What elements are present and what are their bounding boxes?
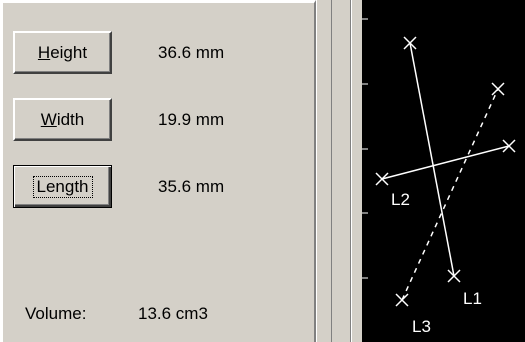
- viewer-svg: L2 L1 L3: [362, 18, 516, 336]
- line-L1[interactable]: [403, 36, 461, 283]
- line-L1-segment: [409, 42, 455, 277]
- line-L1-label: L1: [463, 289, 482, 308]
- length-button-label: Length: [32, 175, 93, 198]
- line-L1-end-marker[interactable]: [447, 269, 461, 283]
- line-L3-start-marker[interactable]: [395, 293, 409, 307]
- line-L3-segment: [401, 88, 499, 301]
- width-value: 19.9 mm: [158, 110, 225, 129]
- width-button[interactable]: Width: [13, 98, 112, 141]
- line-L2-end-marker[interactable]: [502, 139, 516, 153]
- splitter-highlight: [351, 0, 352, 342]
- line-L2-segment: [381, 145, 510, 180]
- volume-value: 13.6 cm3: [138, 304, 208, 323]
- height-button[interactable]: Height: [13, 31, 112, 74]
- line-L2[interactable]: [375, 139, 516, 186]
- panel-scroll-strip: [316, 0, 332, 342]
- line-L2-start-marker[interactable]: [375, 172, 389, 186]
- measurement-panel: Height 36.6 mm Width 19.9 mm Length 35.6…: [0, 0, 316, 342]
- length-value: 35.6 mm: [158, 177, 225, 196]
- length-button[interactable]: Length: [13, 165, 112, 208]
- height-value: 36.6 mm: [158, 43, 225, 62]
- line-L3-label: L3: [412, 317, 431, 336]
- ruler-ticks: [362, 18, 368, 279]
- line-L1-start-marker[interactable]: [403, 36, 417, 50]
- splitter[interactable]: [332, 0, 362, 342]
- height-button-label: Height: [37, 42, 88, 62]
- volume-label: Volume:: [25, 304, 87, 323]
- line-L2-label: L2: [391, 190, 410, 209]
- measurement-viewer[interactable]: L2 L1 L3: [362, 0, 525, 342]
- width-button-label: Width: [40, 109, 85, 129]
- line-L3-end-marker[interactable]: [491, 82, 505, 96]
